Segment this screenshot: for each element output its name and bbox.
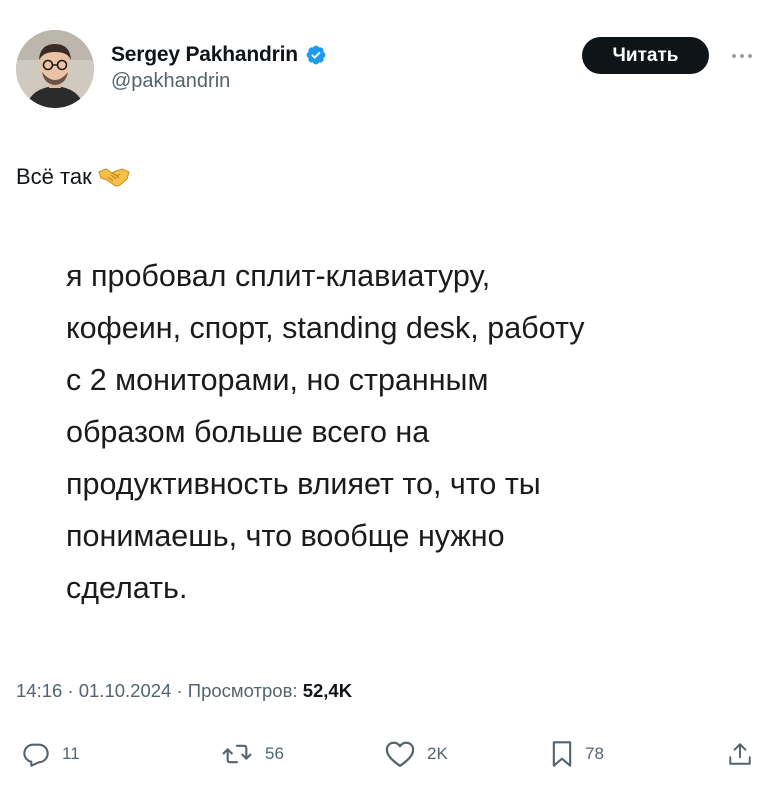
tweet-text-content: Всё так	[16, 164, 92, 189]
media-text: я пробовал сплит-клавиатуру, кофеин, спо…	[66, 259, 585, 605]
avatar[interactable]	[16, 30, 94, 108]
author-block: Sergey Pakhandrin @pakhandrin	[111, 42, 327, 93]
handshake-icon	[98, 168, 130, 187]
heart-icon	[385, 741, 415, 767]
person-photo-avatar	[16, 30, 94, 108]
views-count: 52,4K	[302, 680, 353, 701]
tweet-meta: 14:16 · 01.10.2024 · Просмотров: 52,4K	[16, 680, 352, 702]
like-count: 2K	[427, 744, 448, 763]
tweet-date[interactable]: 01.10.2024	[79, 680, 172, 701]
bookmark-count: 78	[585, 744, 604, 763]
meta-separator: ·	[62, 680, 79, 701]
reply-icon	[23, 743, 49, 767]
author-handle[interactable]: @pakhandrin	[111, 70, 327, 93]
follow-button[interactable]: Читать	[582, 37, 709, 74]
repost-count: 56	[265, 744, 284, 763]
action-bar: 11 56 2K 78	[0, 728, 773, 780]
reply-button[interactable]: 11	[22, 740, 80, 768]
share-icon	[729, 743, 751, 765]
tweet-text: Всё так	[16, 164, 130, 190]
repost-button[interactable]: 56	[221, 740, 284, 768]
author-name-row: Sergey Pakhandrin	[111, 42, 327, 68]
author-name[interactable]: Sergey Pakhandrin	[111, 43, 298, 67]
verified-badge-icon[interactable]	[305, 44, 327, 66]
more-horizontal-icon	[732, 54, 752, 58]
bookmark-icon	[552, 741, 572, 767]
bookmark-button[interactable]: 78	[551, 740, 604, 768]
share-button[interactable]	[727, 740, 753, 768]
repost-icon	[222, 744, 252, 764]
tweet-time[interactable]: 14:16	[16, 680, 62, 701]
views-label: Просмотров:	[187, 680, 298, 701]
reply-count: 11	[62, 744, 80, 763]
like-button[interactable]: 2K	[385, 740, 448, 768]
meta-separator: ·	[171, 680, 188, 701]
tweet-media-image[interactable]: я пробовал сплит-клавиатуру, кофеин, спо…	[16, 232, 758, 630]
more-options-button[interactable]	[724, 38, 760, 74]
